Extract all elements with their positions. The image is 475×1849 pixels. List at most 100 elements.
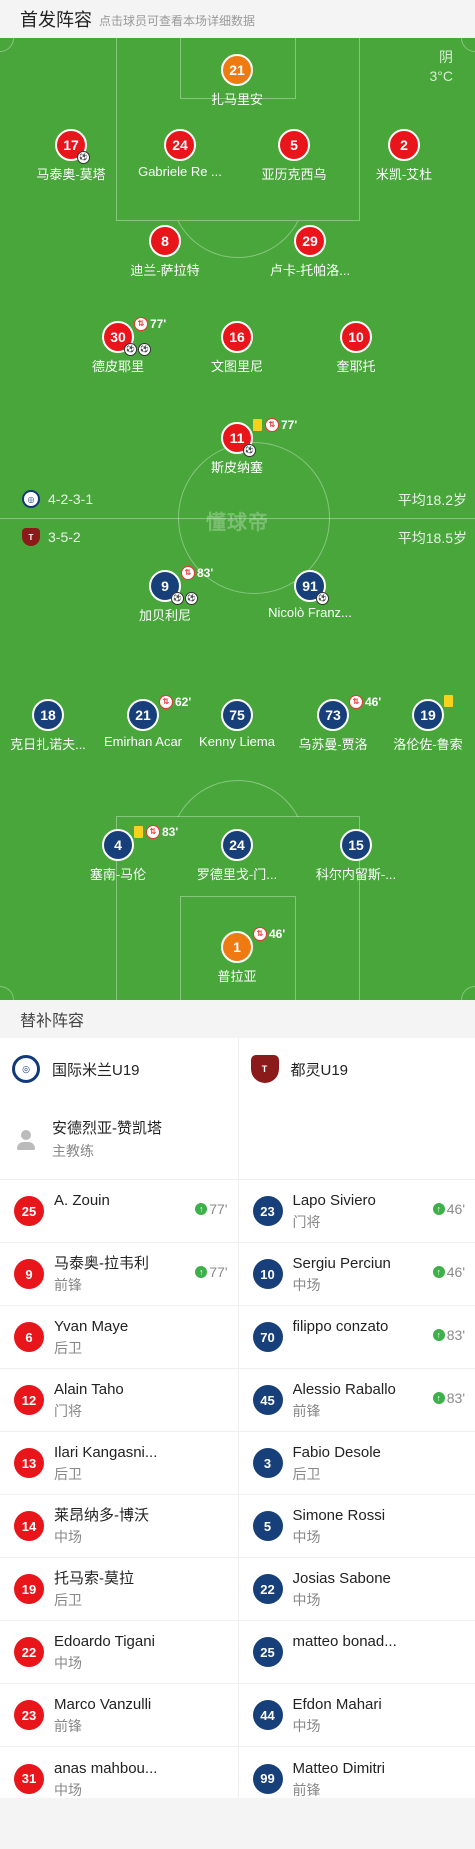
home-sub-row[interactable]: 6 Yvan Maye 后卫 — [0, 1306, 238, 1369]
sub-name: Lapo Siviero — [292, 1192, 376, 1209]
home-player-9[interactable]: 10 奎耶托 — [291, 321, 421, 375]
sub-name: Josias Sabone — [292, 1570, 391, 1587]
home-player-4[interactable]: 2 米凯-艾杜 — [339, 129, 469, 183]
bench-title: 替补阵容 — [0, 1000, 475, 1038]
home-sub-row[interactable]: 9 马泰奥-拉韦利 前锋 ↑ 77' — [0, 1243, 238, 1306]
away-avg-age: 平均18.5岁 — [397, 530, 467, 546]
home-sub-row[interactable]: 22 Edoardo Tigani 中场 — [0, 1621, 238, 1684]
home-sub-row[interactable]: 23 Marco Vanzulli 前锋 — [0, 1684, 238, 1747]
away-player-0[interactable]: 9 ⇅ 83' ⚽ ⚽ 加贝利尼 — [100, 566, 230, 624]
substitution-minute: 83' — [197, 566, 214, 580]
home-team-header[interactable]: ◎ 国际米兰U19 — [0, 1038, 238, 1100]
goal-ball-icon: ⚽ — [171, 592, 184, 605]
sub-in-arrow-icon: ↑ — [432, 1392, 445, 1404]
sub-name: 托马索-莫拉 — [54, 1570, 134, 1587]
inter-logo-icon: ◎ — [22, 490, 40, 508]
page-footer — [0, 1798, 475, 1849]
sub-position — [54, 1212, 184, 1232]
home-player-5[interactable]: 8 迪兰-萨拉特 — [100, 225, 230, 279]
away-sub-row[interactable]: 22 Josias Sabone 中场 — [238, 1558, 475, 1621]
away-player-7[interactable]: 4 ⇅ 83' 塞南-马伦 — [53, 825, 183, 883]
player-number: 9 ⇅ 83' ⚽ ⚽ — [149, 566, 213, 605]
sub-position: 后卫 — [54, 1340, 82, 1356]
away-team-header[interactable]: T 都灵U19 — [239, 1038, 475, 1100]
sub-name: 莱昂纳多-博沃 — [54, 1507, 149, 1524]
away-sub-row[interactable]: 25 matteo bonad... — [238, 1621, 475, 1684]
sub-position: 前锋 — [292, 1403, 321, 1419]
home-sub-row[interactable]: 13 Ilari Kangasni... 后卫 — [0, 1432, 238, 1495]
away-player-1[interactable]: 91 ⚽ Nicolò Franz... — [245, 570, 375, 620]
sub-name: Marco Vanzulli — [54, 1696, 152, 1713]
away-player-6[interactable]: 19 洛伦佐-鲁索 — [363, 695, 475, 753]
sub-name: matteo bonad... — [292, 1633, 397, 1650]
sub-in-time: ↑ 83' — [432, 1390, 465, 1406]
home-player-2[interactable]: 24 Gabriele Re ... — [115, 129, 245, 179]
away-sub-row[interactable]: 45 Alessio Raballo 前锋 ↑ 83' — [238, 1369, 475, 1432]
torino-logo-icon: T — [250, 1055, 279, 1083]
player-name: 奎耶托 — [336, 359, 376, 374]
player-number: 10 — [340, 321, 372, 353]
sub-position: 中场 — [292, 1592, 321, 1608]
away-sub-row[interactable]: 23 Lapo Siviero 门将 ↑ 46' — [238, 1180, 475, 1243]
sub-in-arrow-icon: ↑ — [432, 1266, 445, 1278]
player-number: 17 ⚽ — [55, 129, 90, 164]
home-sub-row[interactable]: 14 莱昂纳多-博沃 中场 — [0, 1495, 238, 1558]
home-player-7[interactable]: 30 ⇅ 77' ⚽ ⚽ 德皮耶里 — [53, 317, 183, 375]
home-player-0[interactable]: 21 扎马里安 — [172, 54, 302, 108]
sub-in-minute: 46' — [446, 1264, 465, 1280]
goal-ball-icon: ⚽ — [124, 343, 137, 356]
sub-number: 23 — [14, 1700, 44, 1730]
sub-position: 前锋 — [54, 1277, 82, 1293]
goal-ball-icon: ⚽ — [316, 592, 329, 605]
away-sub-row[interactable]: 44 Efdon Mahari 中场 — [238, 1684, 475, 1747]
player-number: 5 — [278, 129, 310, 161]
bench-section: ◎ 国际米兰U19 安德烈亚-赞凯塔 主教练 25 A. Zouin ↑ 77' 9 马泰… — [0, 1038, 475, 1810]
player-number: 73 ⇅ 46' — [317, 695, 381, 731]
sub-number: 31 — [14, 1763, 44, 1794]
sub-name: Efdon Mahari — [292, 1696, 382, 1713]
coach-row[interactable]: 安德烈亚-赞凯塔 主教练 — [0, 1100, 238, 1180]
home-sub-row[interactable]: 25 A. Zouin ↑ 77' — [0, 1180, 238, 1243]
sub-name: Fabio Desole — [292, 1444, 381, 1461]
away-sub-row[interactable]: 5 Simone Rossi 中场 — [238, 1495, 475, 1558]
substitution-icon: ⇅ — [181, 566, 195, 580]
away-player-10[interactable]: 1 ⇅ 46' 普拉亚 — [172, 927, 302, 985]
away-player-9[interactable]: 15 科尔内留斯-... — [291, 829, 421, 883]
sub-position: 门将 — [292, 1214, 321, 1230]
sub-number: 14 — [14, 1511, 44, 1541]
sub-position — [293, 1653, 423, 1673]
home-player-6[interactable]: 29 卢卡-托帕洛... — [245, 225, 375, 279]
player-number: 29 — [294, 225, 326, 257]
home-player-10[interactable]: 11 ⇅ 77' ⚽ 斯皮纳塞 — [172, 418, 302, 476]
home-sub-row[interactable]: 19 托马索-莫拉 后卫 — [0, 1558, 238, 1621]
away-sub-row[interactable]: 3 Fabio Desole 后卫 — [238, 1432, 475, 1495]
home-team-name: 国际米兰U19 — [52, 1061, 140, 1079]
sub-in-minute: 46' — [446, 1201, 465, 1217]
home-sub-row[interactable]: 12 Alain Taho 门将 — [0, 1369, 238, 1432]
player-number: 75 — [221, 699, 253, 731]
player-event-badges: ⇅ 77' — [134, 317, 166, 331]
away-sub-row[interactable]: 70 filippo conzato ↑ 83' — [238, 1306, 475, 1369]
player-number: 1 ⇅ 46' — [221, 927, 285, 963]
sub-number: 12 — [14, 1385, 44, 1415]
player-name: 米凯-艾杜 — [375, 167, 433, 182]
sub-in-minute: 77' — [209, 1264, 228, 1280]
player-name: 加贝利尼 — [138, 608, 191, 623]
substitution-icon: ⇅ — [159, 695, 173, 709]
substitution-icon: ⇅ — [146, 825, 160, 839]
away-player-8[interactable]: 24 罗德里戈-门... — [172, 829, 302, 883]
sub-number: 19 — [14, 1574, 44, 1604]
sub-name: Sergiu Perciun — [292, 1255, 391, 1272]
sub-number: 25 — [252, 1637, 283, 1667]
sub-name: Yvan Maye — [54, 1318, 129, 1335]
sub-number: 70 — [252, 1322, 283, 1352]
away-sub-row[interactable]: 10 Sergiu Perciun 中场 ↑ 46' — [238, 1243, 475, 1306]
substitution-minute: 77' — [150, 317, 167, 331]
sub-position: 中场 — [292, 1277, 321, 1293]
lineup-header: 首发阵容 点击球员可查看本场详细数据 — [0, 0, 475, 38]
home-player-8[interactable]: 16 文图里尼 — [172, 321, 302, 375]
player-event-badges: ⇅ 77' — [253, 418, 297, 432]
lineup-hint: 点击球员可查看本场详细数据 — [99, 14, 256, 28]
player-number: 18 — [32, 699, 64, 731]
sub-number: 3 — [252, 1448, 283, 1478]
